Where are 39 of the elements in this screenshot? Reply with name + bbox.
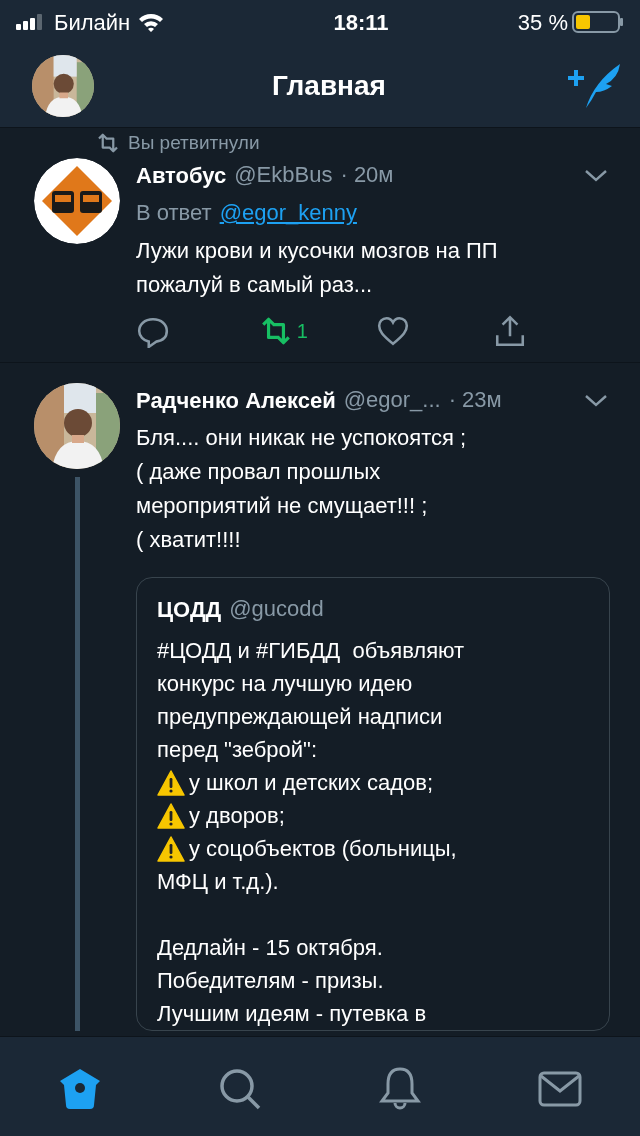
- tweet-text: Лужи крови и кусочки мозгов на ПП пожалуй в самый раз...: [136, 237, 499, 299]
- quoted-text-line: у школ и детских садов;: [189, 769, 434, 797]
- quoted-text-line: у дворов;: [189, 802, 285, 830]
- retweet-count: 1: [296, 319, 308, 344]
- warning-icon: [157, 835, 185, 862]
- tweet-time: · 23м: [448, 386, 502, 414]
- retweet-icon: [96, 131, 120, 155]
- retweet-context: Вы ретвитнули: [128, 130, 260, 155]
- author-name: Автобус: [136, 161, 227, 190]
- quoted-author-handle: @gucodd: [229, 595, 324, 623]
- quoted-text-line: #ЦОДД и #ГИБДД объявляют: [157, 637, 465, 665]
- battery-percent: 35 %: [517, 8, 568, 37]
- quoted-text-line: предупреждающей надписи: [157, 703, 443, 731]
- quoted-text-line: Дедлайн - 15 октября.: [157, 934, 383, 962]
- quoted-text-line: Победителям - призы.: [157, 967, 384, 995]
- clock: 18:11: [332, 8, 390, 37]
- carrier-name: Билайн: [54, 8, 131, 37]
- retweet-button[interactable]: 1: [258, 314, 376, 348]
- warning-icon: [157, 802, 185, 829]
- quoted-text-line: у соцобъектов (больницы,: [189, 835, 457, 863]
- quoted-text-line: перед "зеброй":: [157, 736, 317, 764]
- quoted-text-line: конкурс на лучшую идею: [157, 670, 413, 698]
- author-handle: @egor_...: [343, 386, 441, 414]
- mention-link[interactable]: @egor_kenny: [219, 196, 357, 230]
- tweet-time: · 20м: [340, 161, 394, 189]
- quoted-author-name: ЦОДД: [157, 595, 222, 624]
- author-name: Радченко Алексей: [136, 386, 336, 415]
- quoted-text-line: Лучшим идеям - путевка в: [157, 1000, 427, 1028]
- bus-logo-icon[interactable]: [34, 158, 120, 244]
- author-handle: @EkbBus: [234, 161, 333, 189]
- quoted-text-line: МФЦ и т.д.).: [157, 868, 279, 896]
- warning-icon: [157, 769, 185, 796]
- wifi-icon: [138, 12, 165, 32]
- reply-label: В ответ: [136, 199, 212, 227]
- heart-icon: [375, 314, 410, 348]
- quoted-tweet[interactable]: [136, 577, 610, 1031]
- header-title: Главная: [272, 68, 386, 103]
- battery-icon: [572, 10, 624, 34]
- tweet-text: Бля.... они никак не успокоятся ; ( даже провал прошлых мероприятий не смущает!!! ; ( хватит!!!!: [136, 424, 468, 554]
